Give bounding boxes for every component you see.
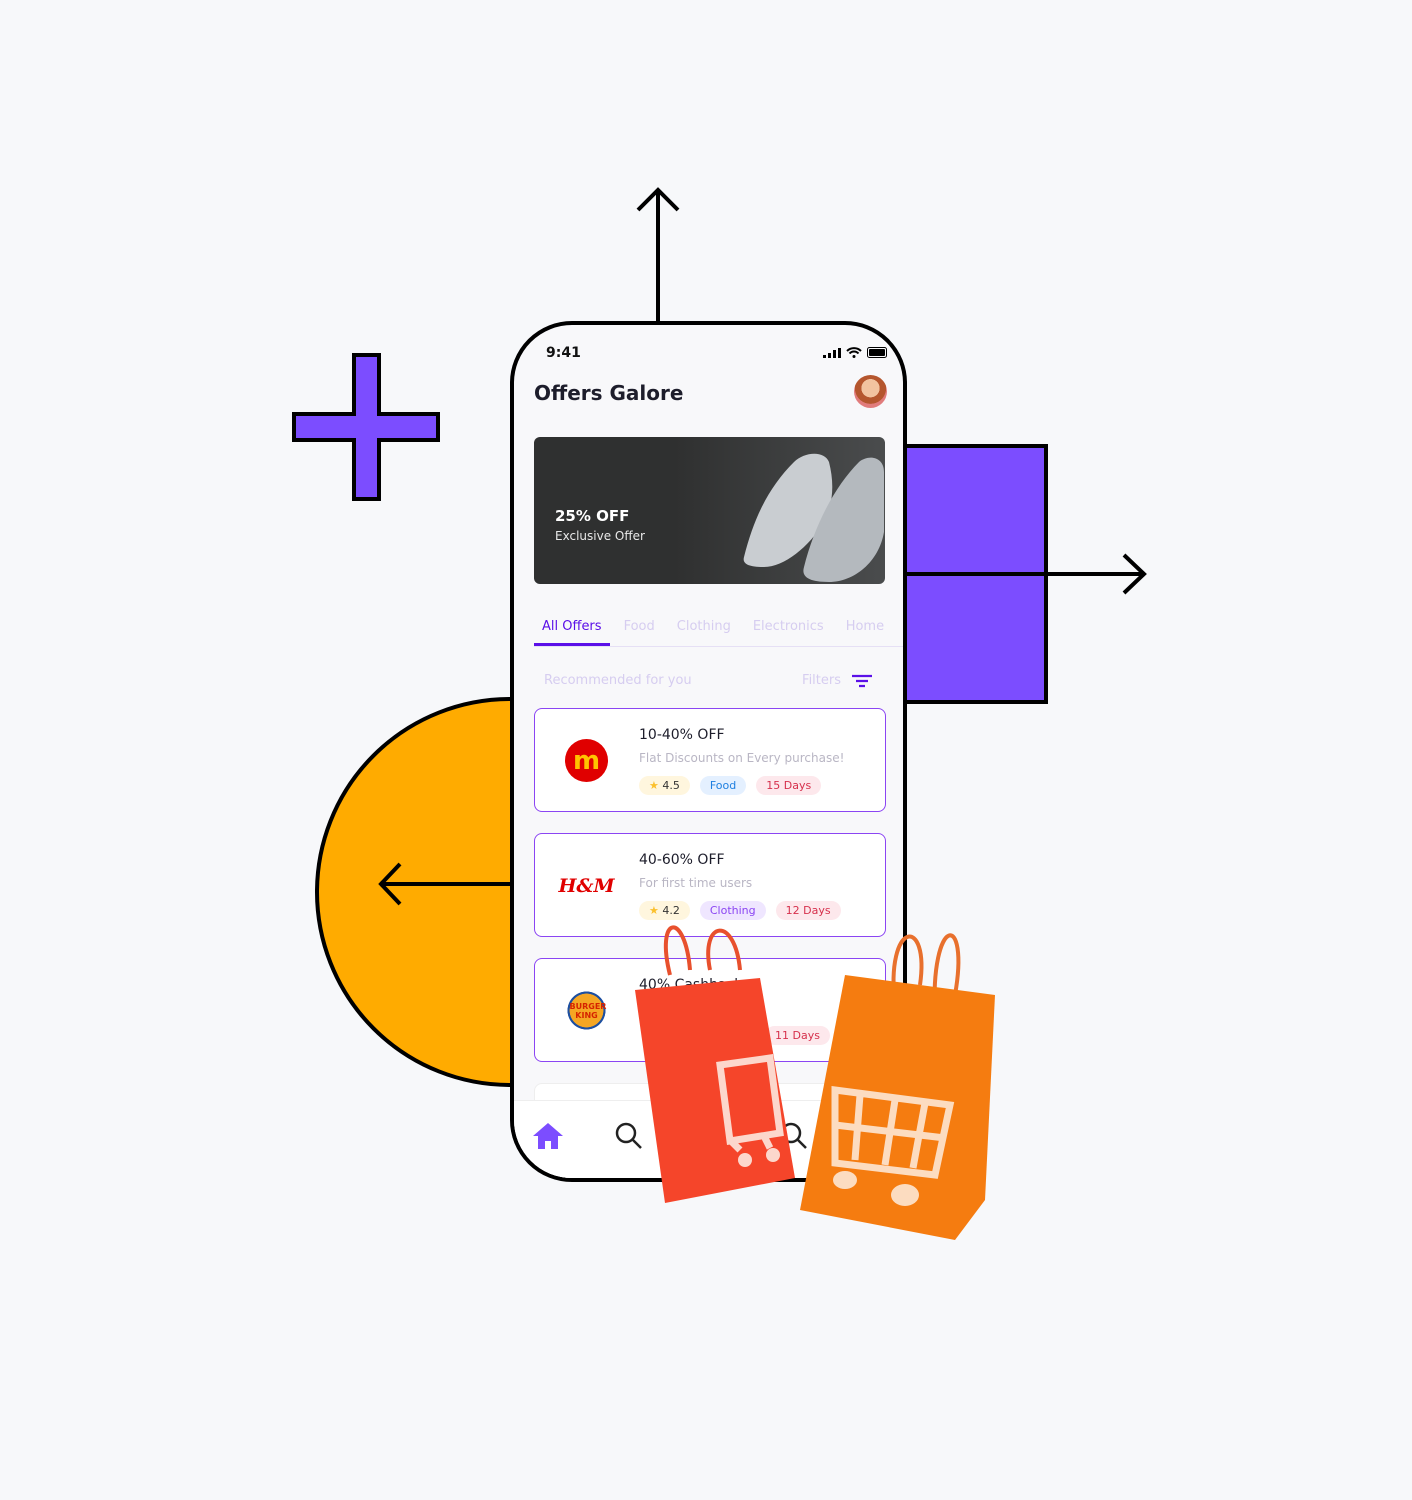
category-tabs: All Offers Food Clothing Electronics Hom…: [534, 615, 903, 647]
star-icon: ★: [649, 779, 659, 792]
sneakers-image: [743, 453, 884, 582]
wifi-icon: [846, 347, 862, 358]
arrow-up-icon: [636, 187, 680, 330]
shopping-bags-image: [635, 925, 995, 1240]
rating-badge: ★ 4.5: [639, 776, 690, 795]
filters-button[interactable]: Filters: [802, 673, 873, 688]
section-title: Recommended for you: [544, 673, 692, 688]
rating-value: 4.5: [662, 779, 680, 792]
battery-icon: [867, 347, 887, 358]
burger-king-logo: BURGER KING: [565, 989, 608, 1032]
signal-icon: [823, 347, 841, 358]
tab-clothing[interactable]: Clothing: [669, 615, 739, 646]
offer-subtitle: For first time users: [639, 876, 753, 890]
orange-shopping-bag: [800, 933, 995, 1240]
tab-food[interactable]: Food: [616, 615, 663, 646]
tab-home[interactable]: Home: [838, 615, 892, 646]
tab-electronics[interactable]: Electronics: [745, 615, 832, 646]
banner-subtitle: Exclusive Offer: [555, 529, 645, 543]
offer-subtitle: Flat Discounts on Every purchase!: [639, 751, 845, 765]
offer-title: 10-40% OFF: [639, 727, 725, 743]
mcdonalds-logo: m: [565, 739, 608, 782]
filters-label: Filters: [802, 673, 841, 688]
home-icon[interactable]: [532, 1121, 564, 1151]
purple-plus-icon: [292, 353, 440, 501]
banner-headline: 25% OFF: [555, 507, 630, 525]
status-time: 9:41: [546, 345, 581, 361]
hm-logo: H&M: [558, 874, 615, 897]
duration-badge: 15 Days: [756, 776, 822, 795]
status-icons: [823, 347, 889, 358]
offer-title: 40-60% OFF: [639, 852, 725, 868]
offer-card[interactable]: m 10-40% OFF Flat Discounts on Every pur…: [534, 708, 886, 812]
page-title: Offers Galore: [534, 381, 684, 405]
tab-all-offers[interactable]: All Offers: [534, 615, 610, 646]
filter-icon: [852, 674, 872, 687]
red-shopping-bag: [635, 925, 795, 1203]
category-badge: Food: [699, 776, 747, 795]
offer-banner[interactable]: 25% OFF Exclusive Offer: [534, 437, 885, 584]
avatar[interactable]: [854, 375, 887, 408]
